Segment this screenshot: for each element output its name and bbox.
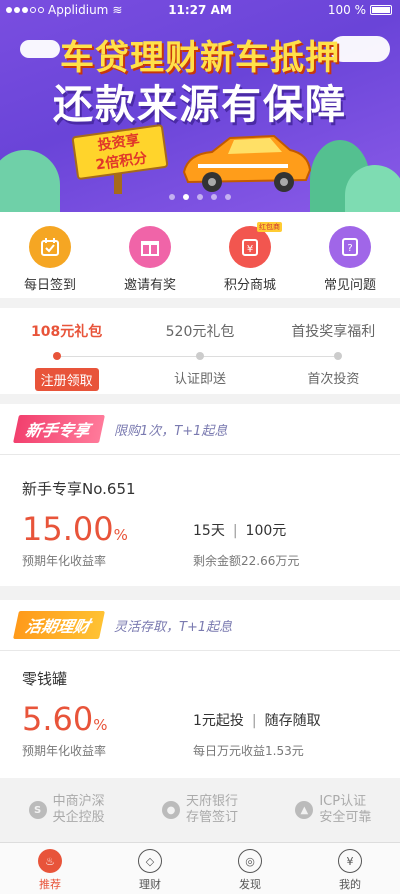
wallet-icon: ◇ [138,849,162,873]
trust-line2: 央企控股 [52,810,105,825]
newbie-product-card[interactable]: 新手专享 限购1次，T+1起息 新手专享No.651 15.00% 预期年化收益… [0,404,400,586]
tab-mine[interactable]: ¥ 我的 [300,843,400,894]
question-icon: ? [329,226,371,268]
verify-gift-link[interactable]: 认证即送 [133,368,266,391]
divider [0,454,400,455]
svg-text:?: ? [347,243,352,254]
tab-label: 我的 [339,878,361,891]
flame-icon: ♨ [38,849,62,873]
gift-actions: 注册领取 认证即送 首次投资 [0,368,400,391]
rate-label: 预期年化收益率 [22,554,107,568]
battery-percent: 100 % [327,3,366,17]
product-min-invest: 1元起投 [193,713,244,729]
gift-node [196,352,204,360]
points-sign: 投资享 2倍积分 [71,123,169,181]
banner-subheadline: 还款来源有保障 [53,82,347,128]
product-name: 零钱罐 [22,670,68,688]
product-remaining: 剩余金额22.66万元 [193,554,300,568]
register-claim-button[interactable]: 注册领取 [34,368,99,391]
shield-sp-icon: S [28,801,47,819]
tab-label: 发现 [239,878,261,891]
trust-line1: 天府银行 [185,794,238,809]
rate-value: 5.60 [22,700,94,738]
product-name: 新手专享No.651 [22,480,136,498]
bottom-tab-bar: ♨ 推荐 ◇ 理财 ◎ 发现 ¥ 我的 [0,842,400,894]
product-feature: 随存随取 [264,713,321,729]
user-yen-icon: ¥ [338,849,362,873]
quick-menu: 每日签到 邀请有奖 ¥ 红包商 积分商城 ? 常见问题 [0,212,400,298]
quick-item-faq[interactable]: ? 常见问题 [300,212,400,298]
trust-item: ▲ ICP认证 安全可靠 [267,780,400,840]
separator: | [232,523,238,539]
current-product-card[interactable]: 活期理财 灵活存取，T+1起息 零钱罐 5.60% 预期年化收益率 1元起投 | 随… [0,600,400,778]
rate-unit: % [113,526,128,544]
product-min-invest: 100元 [245,523,287,539]
tab-label: 推荐 [39,878,61,891]
battery: 100 % [328,3,392,17]
trust-item: ● 天府银行 存管签订 [133,780,266,840]
quick-item-invite[interactable]: 邀请有奖 [100,212,200,298]
quick-item-label: 常见问题 [323,278,376,293]
panda-icon: ● [161,801,180,819]
trust-line2: 安全可靠 [319,810,372,825]
quick-item-label: 邀请有奖 [123,278,176,293]
carousel-dot[interactable] [169,194,175,200]
current-ribbon: 活期理财 [13,611,105,639]
status-bar: Applidium ≋ 11:27 AM 100 % [0,0,400,20]
divider [0,650,400,651]
rate-unit: % [93,716,108,734]
newbie-ribbon: 新手专享 [13,415,105,443]
trust-item: S 中商沪深 央企控股 [0,780,133,840]
product-terms: 15天 | 100元 [193,520,286,540]
first-invest-link[interactable]: 首次投资 [267,368,400,391]
product-subtitle: 灵活存取，T+1起息 [114,619,233,635]
tab-discover[interactable]: ◎ 发现 [200,843,300,894]
product-header: 活期理财 灵活存取，T+1起息 [0,600,400,650]
mall-badge: 红包商 [257,222,282,232]
gift-node [334,352,342,360]
carousel-indicator[interactable] [0,194,400,200]
gift-tabs: 108元礼包 520元礼包 首投奖享福利 [0,321,400,341]
product-terms: 1元起投 | 随存随取 [193,710,321,730]
product-daily-earning: 每日万元收益1.53元 [193,744,304,758]
trust-line1: 中商沪深 [52,794,105,809]
product-header: 新手专享 限购1次，T+1起息 [0,404,400,454]
quick-item-label: 积分商城 [223,278,276,293]
promo-banner[interactable]: 车贷理财新车抵押 还款来源有保障 投资享 2倍积分 [0,0,400,212]
separator: | [251,713,257,729]
quick-item-mall[interactable]: ¥ 红包商 积分商城 [200,212,300,298]
battery-icon [370,5,392,15]
gift-tab-108[interactable]: 108元礼包 [0,321,133,341]
gift-icon [129,226,171,268]
carousel-dot[interactable] [225,194,231,200]
tab-recommend[interactable]: ♨ 推荐 [0,843,100,894]
product-rate: 15.00% [22,510,128,548]
gift-tab-520[interactable]: 520元礼包 [133,321,266,341]
rate-value: 15.00 [22,510,114,548]
carousel-dot-active[interactable] [183,194,189,200]
car-illustration [182,134,312,192]
trust-bar: S 中商沪深 央企控股 ● 天府银行 存管签订 ▲ ICP认证 安全可靠 [0,780,400,840]
product-subtitle: 限购1次，T+1起息 [114,423,228,439]
product-term: 15天 [193,523,225,539]
gift-node-active [53,352,61,360]
rate-label: 预期年化收益率 [22,744,107,758]
calendar-check-icon [29,226,71,268]
carousel-dot[interactable] [211,194,217,200]
quick-item-label: 每日签到 [23,278,76,293]
carousel-dot[interactable] [197,194,203,200]
gift-package-section: 108元礼包 520元礼包 首投奖享福利 注册领取 认证即送 首次投资 [0,308,400,394]
trust-line2: 存管签订 [185,810,238,825]
hill-decoration [0,150,60,212]
icp-shield-icon: ▲ [295,801,314,819]
gift-tab-first-invest[interactable]: 首投奖享福利 [267,321,400,341]
trust-line1: ICP认证 [319,794,367,809]
tab-label: 理财 [139,878,161,891]
tab-invest[interactable]: ◇ 理财 [100,843,200,894]
product-rate: 5.60% [22,700,108,738]
quick-item-checkin[interactable]: 每日签到 [0,212,100,298]
svg-text:¥: ¥ [247,244,253,255]
coin-bag-icon: ¥ [229,226,271,268]
compass-icon: ◎ [238,849,262,873]
